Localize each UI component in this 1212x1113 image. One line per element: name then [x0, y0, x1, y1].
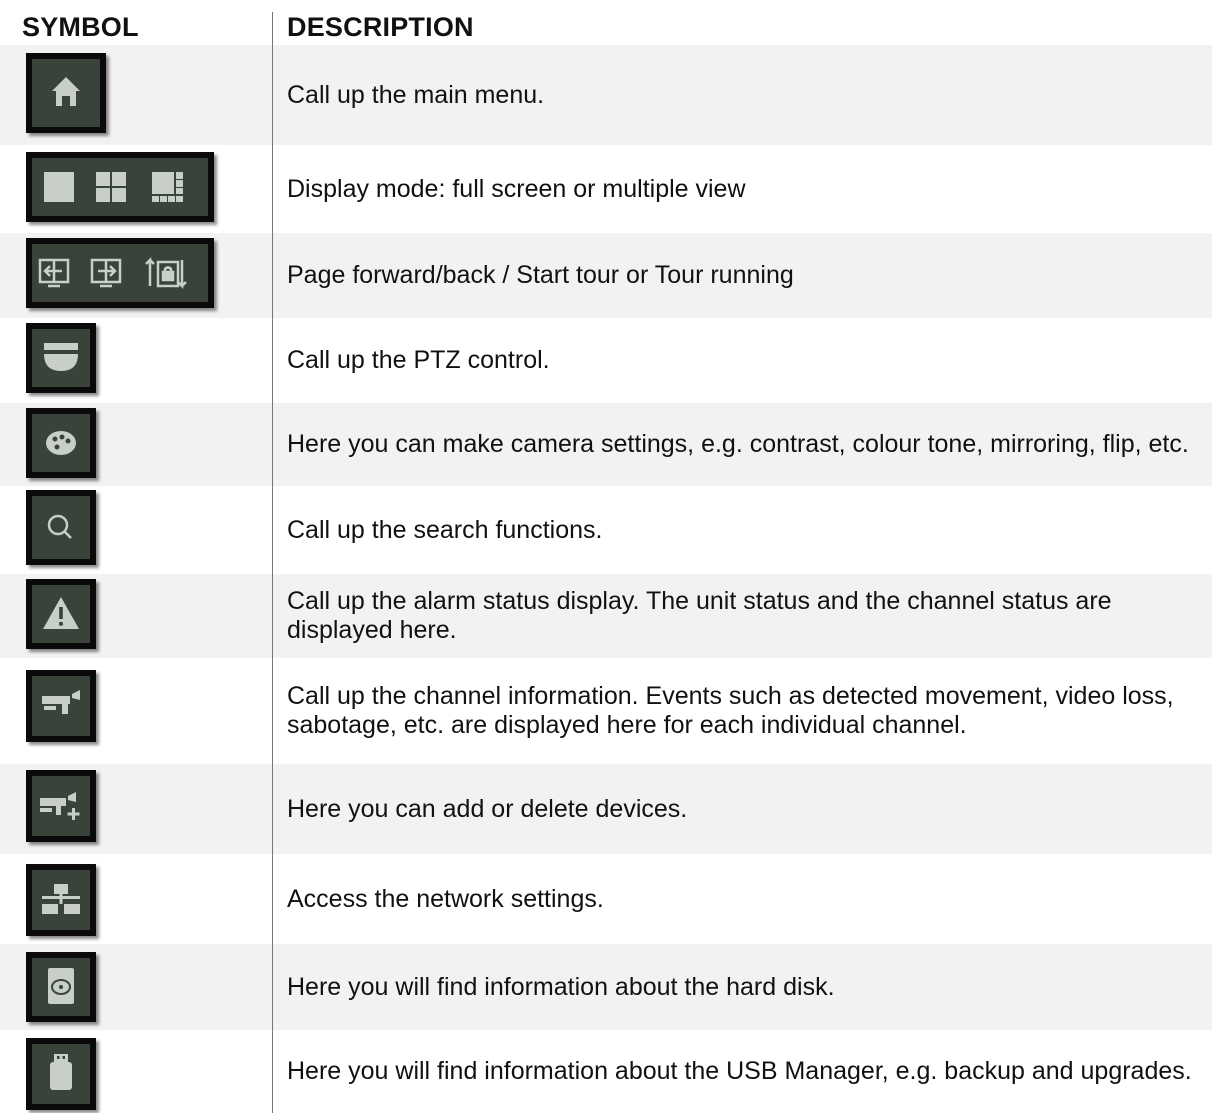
symbol-cell [0, 45, 272, 145]
network-icon [26, 864, 96, 936]
symbol-cell [0, 318, 272, 403]
description-cell: Here you will find information about the… [287, 1057, 1192, 1085]
description-cell: Access the network settings. [287, 884, 604, 913]
home-icon [26, 53, 106, 133]
tour-icon [145, 256, 187, 290]
table-row: Here you can add or delete devices. [0, 764, 1212, 854]
description-cell: Here you will find information about the… [287, 972, 835, 1001]
table-row: Call up the channel information. Events … [0, 658, 1212, 764]
symbol-cell [0, 574, 272, 658]
description-cell: Call up the alarm status display. The un… [287, 587, 1112, 644]
symbol-column-header: SYMBOL [22, 12, 139, 42]
usb-icon [26, 1038, 96, 1110]
description-cell: Display mode: full screen or multiple vi… [287, 174, 746, 203]
table-row: Page forward/back / Start tour or Tour r… [0, 233, 1212, 318]
multi-view-icon [152, 172, 183, 202]
page-tour-icons [26, 238, 214, 308]
symbol-cell [0, 1030, 272, 1113]
symbol-cell [0, 233, 272, 318]
symbol-cell [0, 764, 272, 854]
description-column-header: DESCRIPTION [287, 12, 474, 42]
table-row: Call up the main menu. [0, 45, 1212, 145]
description-cell: Here you can make camera settings, e.g. … [287, 430, 1189, 458]
hard-disk-icon [26, 952, 96, 1022]
camera-icon [26, 670, 96, 742]
description-cell: Call up the search functions. [287, 515, 603, 544]
quad-view-icon [96, 172, 126, 202]
description-cell: Call up the channel information. Events … [287, 682, 1174, 739]
table-row: Here you will find information about the… [0, 944, 1212, 1030]
symbol-cell [0, 403, 272, 486]
column-divider [272, 12, 273, 1113]
symbol-cell [0, 486, 272, 574]
symbol-cell [0, 944, 272, 1030]
symbol-cell [0, 854, 272, 944]
single-view-icon [44, 172, 74, 202]
dome-camera-icon [26, 323, 96, 393]
description-cell: Page forward/back / Start tour or Tour r… [287, 261, 794, 289]
display-mode-icons [26, 152, 214, 222]
table-header: SYMBOL DESCRIPTION [0, 0, 1212, 45]
description-cell: Here you can add or delete devices. [287, 794, 688, 823]
page-back-icon [38, 258, 70, 288]
warning-icon [26, 579, 96, 649]
table-row: Here you can make camera settings, e.g. … [0, 403, 1212, 486]
table-row: Call up the PTZ control. [0, 318, 1212, 403]
add-camera-icon [26, 770, 96, 842]
description-cell: Call up the PTZ control. [287, 346, 550, 374]
symbol-cell [0, 658, 272, 764]
table-row: Here you will find information about the… [0, 1030, 1212, 1113]
page-forward-icon [90, 258, 122, 288]
table-row: Call up the alarm status display. The un… [0, 574, 1212, 658]
search-icon [26, 490, 96, 565]
description-cell: Call up the main menu. [287, 80, 545, 109]
palette-icon [26, 408, 96, 478]
symbol-cell [0, 145, 272, 233]
table-row: Call up the search functions. [0, 486, 1212, 574]
table-row: Display mode: full screen or multiple vi… [0, 145, 1212, 233]
table-row: Access the network settings. [0, 854, 1212, 944]
